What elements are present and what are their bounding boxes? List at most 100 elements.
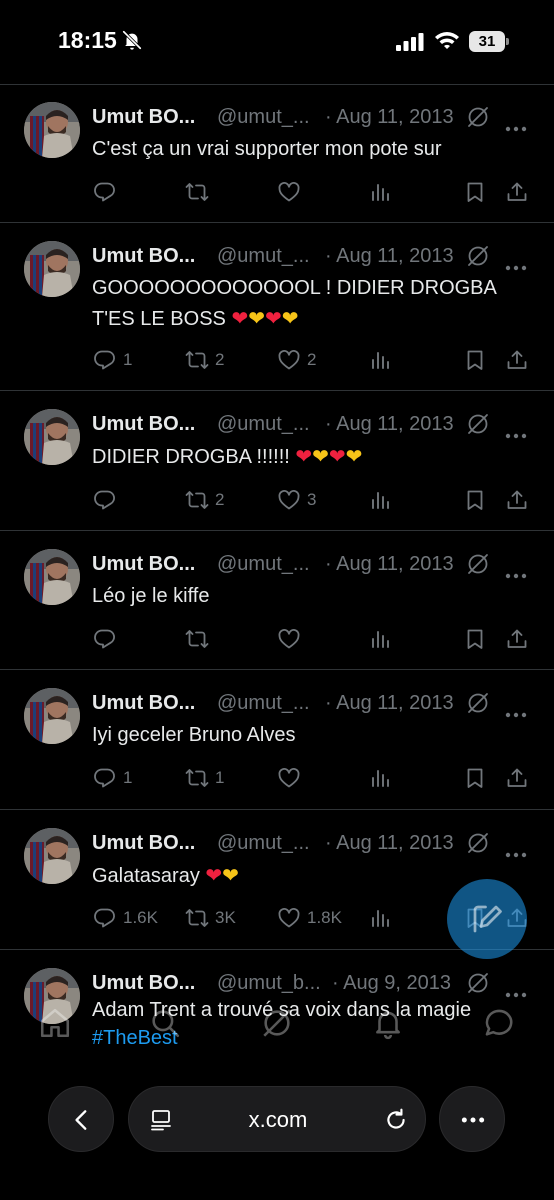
share-button[interactable] [505,345,529,375]
tweet-date[interactable]: · Aug 11, 2013 [325,690,454,716]
author-name[interactable]: Umut BO... [92,104,195,130]
views-button[interactable] [369,345,393,375]
author-name[interactable]: Umut BO... [92,551,195,577]
bookmark-button[interactable] [463,763,487,793]
tweet-date[interactable]: · Aug 11, 2013 [325,411,454,437]
yellow-heart-emoji: ❤ [345,444,363,468]
yellow-heart-emoji: ❤ [281,306,299,330]
back-button[interactable] [48,1086,114,1152]
tweet[interactable]: Umut BO... @umut_... · Aug 11, 2013 GOOO… [0,224,554,391]
author-name[interactable]: Umut BO... [92,411,195,437]
views-button[interactable] [369,624,393,654]
views-icon [369,180,393,204]
author-handle[interactable]: @umut_... [217,830,310,856]
reply-button[interactable]: 1.6K [93,903,158,933]
grok-icon[interactable] [466,831,490,862]
grok-icon[interactable] [466,244,490,275]
avatar[interactable] [24,688,80,744]
avatar[interactable] [24,102,80,158]
author-name[interactable]: Umut BO... [92,243,195,269]
views-button[interactable] [369,763,393,793]
avatar[interactable] [24,241,80,297]
share-button[interactable] [505,177,529,207]
tweet-text-body: DIDIER DROGBA !!!!!! [92,446,290,468]
grok-icon[interactable] [260,1006,294,1045]
red-heart-emoji: ❤ [328,444,346,468]
tweet-date[interactable]: · Aug 11, 2013 [325,830,454,856]
retweet-icon [185,627,209,651]
views-button[interactable] [369,485,393,515]
bookmark-button[interactable] [463,345,487,375]
author-name[interactable]: Umut BO... [92,690,195,716]
like-icon [277,488,301,512]
grok-icon[interactable] [466,412,490,443]
retweet-count: 2 [215,490,225,509]
author-handle[interactable]: @umut_... [217,411,310,437]
retweet-button[interactable] [185,624,215,654]
grok-icon[interactable] [466,691,490,722]
like-count: 1.8K [307,908,342,927]
views-icon [369,766,393,790]
views-button[interactable] [369,903,393,933]
retweet-count: 3K [215,908,236,927]
like-button[interactable] [277,624,307,654]
red-heart-emoji: ❤ [264,306,282,330]
tweet[interactable]: Umut BO... @umut_... · Aug 11, 2013 DIDI… [0,392,554,531]
like-button[interactable]: 1.8K [277,903,342,933]
messages-icon[interactable] [482,1006,516,1045]
avatar[interactable] [24,549,80,605]
author-handle[interactable]: @umut_... [217,690,310,716]
author-handle[interactable]: @umut_... [217,243,310,269]
search-icon[interactable] [148,1006,182,1045]
share-button[interactable] [505,763,529,793]
grok-icon[interactable] [466,105,490,136]
like-button[interactable] [277,177,307,207]
reply-button[interactable]: 1 [93,763,132,793]
reply-icon [93,488,117,512]
reload-icon[interactable] [383,1107,409,1138]
reply-button[interactable] [93,624,123,654]
retweet-button[interactable]: 1 [185,763,224,793]
address-bar[interactable]: x.com [128,1086,426,1152]
retweet-button[interactable]: 2 [185,485,224,515]
grok-icon[interactable] [466,552,490,583]
home-icon[interactable] [38,1006,72,1045]
more-menu-button[interactable] [439,1086,505,1152]
compose-button[interactable] [447,879,527,959]
like-button[interactable] [277,763,307,793]
reply-button[interactable]: 1 [93,345,132,375]
tweet[interactable]: Umut BO... @umut_... · Aug 11, 2013 Iyi … [0,671,554,810]
bookmark-button[interactable] [463,485,487,515]
author-handle[interactable]: @umut_... [217,104,310,130]
back-icon [75,1110,87,1130]
avatar[interactable] [24,409,80,465]
retweet-button[interactable] [185,177,215,207]
reader-icon[interactable] [149,1108,173,1137]
tweet[interactable]: Umut BO... @umut_... · Aug 11, 2013 C'es… [0,85,554,223]
retweet-button[interactable]: 2 [185,345,224,375]
author-name[interactable]: Umut BO... [92,830,195,856]
retweet-button[interactable]: 3K [185,903,236,933]
tweet-date[interactable]: · Aug 11, 2013 [325,104,454,130]
share-icon [505,348,529,372]
tweet-header: Umut BO... @umut_... · Aug 11, 2013 [92,243,542,269]
tweet-date[interactable]: · Aug 11, 2013 [325,551,454,577]
share-button[interactable] [505,485,529,515]
tweet-header: Umut BO... @umut_... · Aug 11, 2013 [92,690,542,716]
share-button[interactable] [505,624,529,654]
views-button[interactable] [369,177,393,207]
reply-button[interactable] [93,177,123,207]
bookmark-button[interactable] [463,624,487,654]
bookmark-button[interactable] [463,177,487,207]
tweet-actions: 1 1 [0,763,554,793]
author-handle[interactable]: @umut_... [217,551,310,577]
notifications-icon[interactable] [371,1006,405,1045]
avatar[interactable] [24,828,80,884]
retweet-icon [185,180,209,204]
like-button[interactable]: 3 [277,485,316,515]
more-icon [461,1117,485,1123]
reply-button[interactable] [93,485,123,515]
like-button[interactable]: 2 [277,345,316,375]
tweet-date[interactable]: · Aug 11, 2013 [325,243,454,269]
tweet[interactable]: Umut BO... @umut_... · Aug 11, 2013 Léo … [0,532,554,670]
